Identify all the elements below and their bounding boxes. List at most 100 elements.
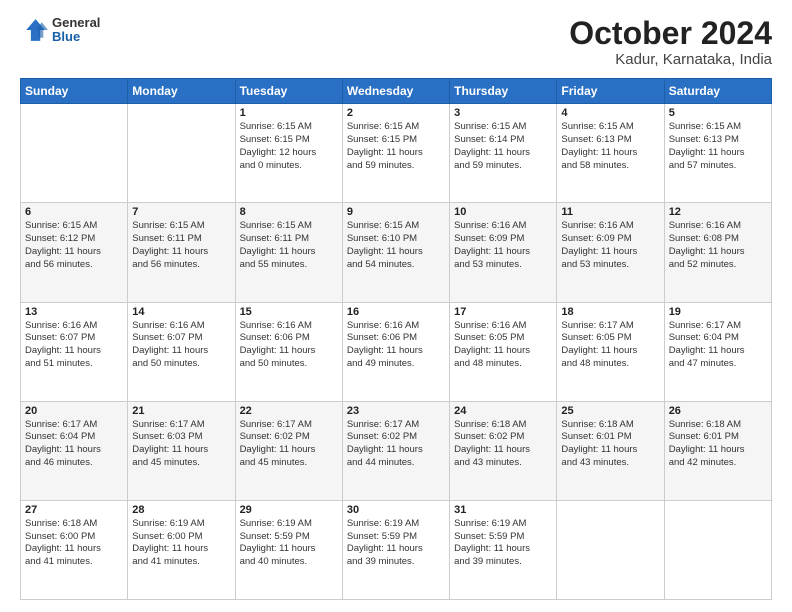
day-number: 26	[669, 405, 767, 417]
day-number: 31	[454, 504, 552, 516]
calendar-week-row: 20Sunrise: 6:17 AM Sunset: 6:04 PM Dayli…	[21, 401, 772, 500]
table-row: 12Sunrise: 6:16 AM Sunset: 6:08 PM Dayli…	[664, 203, 771, 302]
table-row	[664, 500, 771, 599]
day-info: Sunrise: 6:18 AM Sunset: 6:00 PM Dayligh…	[25, 518, 123, 569]
col-wednesday: Wednesday	[342, 79, 449, 104]
calendar-table: Sunday Monday Tuesday Wednesday Thursday…	[20, 78, 772, 600]
logo-general: General	[52, 16, 100, 30]
logo-blue: Blue	[52, 30, 100, 44]
day-info: Sunrise: 6:16 AM Sunset: 6:09 PM Dayligh…	[561, 220, 659, 271]
day-info: Sunrise: 6:15 AM Sunset: 6:11 PM Dayligh…	[240, 220, 338, 271]
table-row	[128, 104, 235, 203]
day-info: Sunrise: 6:16 AM Sunset: 6:07 PM Dayligh…	[132, 320, 230, 371]
table-row: 26 Sunrise: 6:18 AM Sunset: 6:01 PM Dayli…	[664, 401, 771, 500]
day-number: 28	[132, 504, 230, 516]
table-row	[21, 104, 128, 203]
table-row: 27Sunrise: 6:18 AM Sunset: 6:00 PM Dayli…	[21, 500, 128, 599]
day-number: 6	[25, 206, 123, 218]
col-friday: Friday	[557, 79, 664, 104]
day-number: 8	[240, 206, 338, 218]
calendar-header-row: Sunday Monday Tuesday Wednesday Thursday…	[21, 79, 772, 104]
day-number: 5	[669, 107, 767, 119]
col-sunday: Sunday	[21, 79, 128, 104]
table-row: 21Sunrise: 6:17 AM Sunset: 6:03 PM Dayli…	[128, 401, 235, 500]
day-info: Sunrise: 6:16 AM Sunset: 6:05 PM Dayligh…	[454, 320, 552, 371]
subtitle: Kadur, Karnataka, India	[569, 51, 772, 68]
table-row: 28Sunrise: 6:19 AM Sunset: 6:00 PM Dayli…	[128, 500, 235, 599]
logo: General Blue	[20, 16, 100, 45]
day-info: Sunrise: 6:19 AM Sunset: 5:59 PM Dayligh…	[454, 518, 552, 569]
day-number: 15	[240, 306, 338, 318]
day-info: Sunrise: 6:19 AM Sunset: 5:59 PM Dayligh…	[347, 518, 445, 569]
day-info: Sunrise: 6:15 AM Sunset: 6:14 PM Dayligh…	[454, 121, 552, 172]
day-info: Sunrise: 6:17 AM Sunset: 6:02 PM Dayligh…	[240, 419, 338, 470]
col-thursday: Thursday	[450, 79, 557, 104]
table-row: 18 Sunrise: 6:17 AM Sunset: 6:05 PM Dayli…	[557, 302, 664, 401]
table-row: 11 Sunrise: 6:16 AM Sunset: 6:09 PM Dayli…	[557, 203, 664, 302]
table-row: 10 Sunrise: 6:16 AM Sunset: 6:09 PM Dayli…	[450, 203, 557, 302]
day-number: 14	[132, 306, 230, 318]
day-number: 12	[669, 206, 767, 218]
day-info: Sunrise: 6:15 AM Sunset: 6:13 PM Dayligh…	[561, 121, 659, 172]
table-row: 6Sunrise: 6:15 AM Sunset: 6:12 PM Daylig…	[21, 203, 128, 302]
table-row: 30 Sunrise: 6:19 AM Sunset: 5:59 PM Dayli…	[342, 500, 449, 599]
day-number: 2	[347, 107, 445, 119]
day-info: Sunrise: 6:17 AM Sunset: 6:02 PM Dayligh…	[347, 419, 445, 470]
day-info: Sunrise: 6:19 AM Sunset: 5:59 PM Dayligh…	[240, 518, 338, 569]
table-row: 14 Sunrise: 6:16 AM Sunset: 6:07 PM Dayli…	[128, 302, 235, 401]
day-number: 1	[240, 107, 338, 119]
day-number: 29	[240, 504, 338, 516]
day-number: 3	[454, 107, 552, 119]
day-info: Sunrise: 6:15 AM Sunset: 6:11 PM Dayligh…	[132, 220, 230, 271]
day-info: Sunrise: 6:18 AM Sunset: 6:02 PM Dayligh…	[454, 419, 552, 470]
col-tuesday: Tuesday	[235, 79, 342, 104]
day-info: Sunrise: 6:18 AM Sunset: 6:01 PM Dayligh…	[561, 419, 659, 470]
logo-icon	[20, 16, 48, 44]
day-number: 13	[25, 306, 123, 318]
day-number: 23	[347, 405, 445, 417]
day-info: Sunrise: 6:17 AM Sunset: 6:03 PM Dayligh…	[132, 419, 230, 470]
day-number: 22	[240, 405, 338, 417]
day-number: 24	[454, 405, 552, 417]
table-row: 3 Sunrise: 6:15 AM Sunset: 6:14 PM Daylig…	[450, 104, 557, 203]
page: General Blue October 2024 Kadur, Karnata…	[0, 0, 792, 612]
day-info: Sunrise: 6:16 AM Sunset: 6:07 PM Dayligh…	[25, 320, 123, 371]
day-number: 19	[669, 306, 767, 318]
calendar-week-row: 13 Sunrise: 6:16 AM Sunset: 6:07 PM Dayli…	[21, 302, 772, 401]
logo-text: General Blue	[52, 16, 100, 45]
day-info: Sunrise: 6:17 AM Sunset: 6:04 PM Dayligh…	[25, 419, 123, 470]
day-info: Sunrise: 6:18 AM Sunset: 6:01 PM Dayligh…	[669, 419, 767, 470]
day-number: 7	[132, 206, 230, 218]
day-info: Sunrise: 6:15 AM Sunset: 6:10 PM Dayligh…	[347, 220, 445, 271]
table-row: 19 Sunrise: 6:17 AM Sunset: 6:04 PM Dayli…	[664, 302, 771, 401]
day-info: Sunrise: 6:16 AM Sunset: 6:09 PM Dayligh…	[454, 220, 552, 271]
day-number: 17	[454, 306, 552, 318]
table-row: 20Sunrise: 6:17 AM Sunset: 6:04 PM Dayli…	[21, 401, 128, 500]
day-number: 18	[561, 306, 659, 318]
table-row: 16Sunrise: 6:16 AM Sunset: 6:06 PM Dayli…	[342, 302, 449, 401]
title-block: October 2024 Kadur, Karnataka, India	[569, 16, 772, 68]
table-row: 4Sunrise: 6:15 AM Sunset: 6:13 PM Daylig…	[557, 104, 664, 203]
day-info: Sunrise: 6:15 AM Sunset: 6:13 PM Dayligh…	[669, 121, 767, 172]
day-info: Sunrise: 6:16 AM Sunset: 6:06 PM Dayligh…	[240, 320, 338, 371]
day-info: Sunrise: 6:17 AM Sunset: 6:04 PM Dayligh…	[669, 320, 767, 371]
calendar-week-row: 6Sunrise: 6:15 AM Sunset: 6:12 PM Daylig…	[21, 203, 772, 302]
col-monday: Monday	[128, 79, 235, 104]
day-info: Sunrise: 6:17 AM Sunset: 6:05 PM Dayligh…	[561, 320, 659, 371]
col-saturday: Saturday	[664, 79, 771, 104]
table-row: 25Sunrise: 6:18 AM Sunset: 6:01 PM Dayli…	[557, 401, 664, 500]
calendar-week-row: 27Sunrise: 6:18 AM Sunset: 6:00 PM Dayli…	[21, 500, 772, 599]
table-row: 23 Sunrise: 6:17 AM Sunset: 6:02 PM Dayli…	[342, 401, 449, 500]
day-number: 10	[454, 206, 552, 218]
table-row: 17 Sunrise: 6:16 AM Sunset: 6:05 PM Dayli…	[450, 302, 557, 401]
day-number: 30	[347, 504, 445, 516]
table-row: 5 Sunrise: 6:15 AM Sunset: 6:13 PM Daylig…	[664, 104, 771, 203]
table-row: 29 Sunrise: 6:19 AM Sunset: 5:59 PM Dayli…	[235, 500, 342, 599]
day-info: Sunrise: 6:16 AM Sunset: 6:06 PM Dayligh…	[347, 320, 445, 371]
day-number: 11	[561, 206, 659, 218]
table-row: 31 Sunrise: 6:19 AM Sunset: 5:59 PM Dayli…	[450, 500, 557, 599]
day-info: Sunrise: 6:15 AM Sunset: 6:15 PM Dayligh…	[240, 121, 338, 172]
day-number: 9	[347, 206, 445, 218]
table-row: 7 Sunrise: 6:15 AM Sunset: 6:11 PM Daylig…	[128, 203, 235, 302]
table-row: 24 Sunrise: 6:18 AM Sunset: 6:02 PM Dayli…	[450, 401, 557, 500]
